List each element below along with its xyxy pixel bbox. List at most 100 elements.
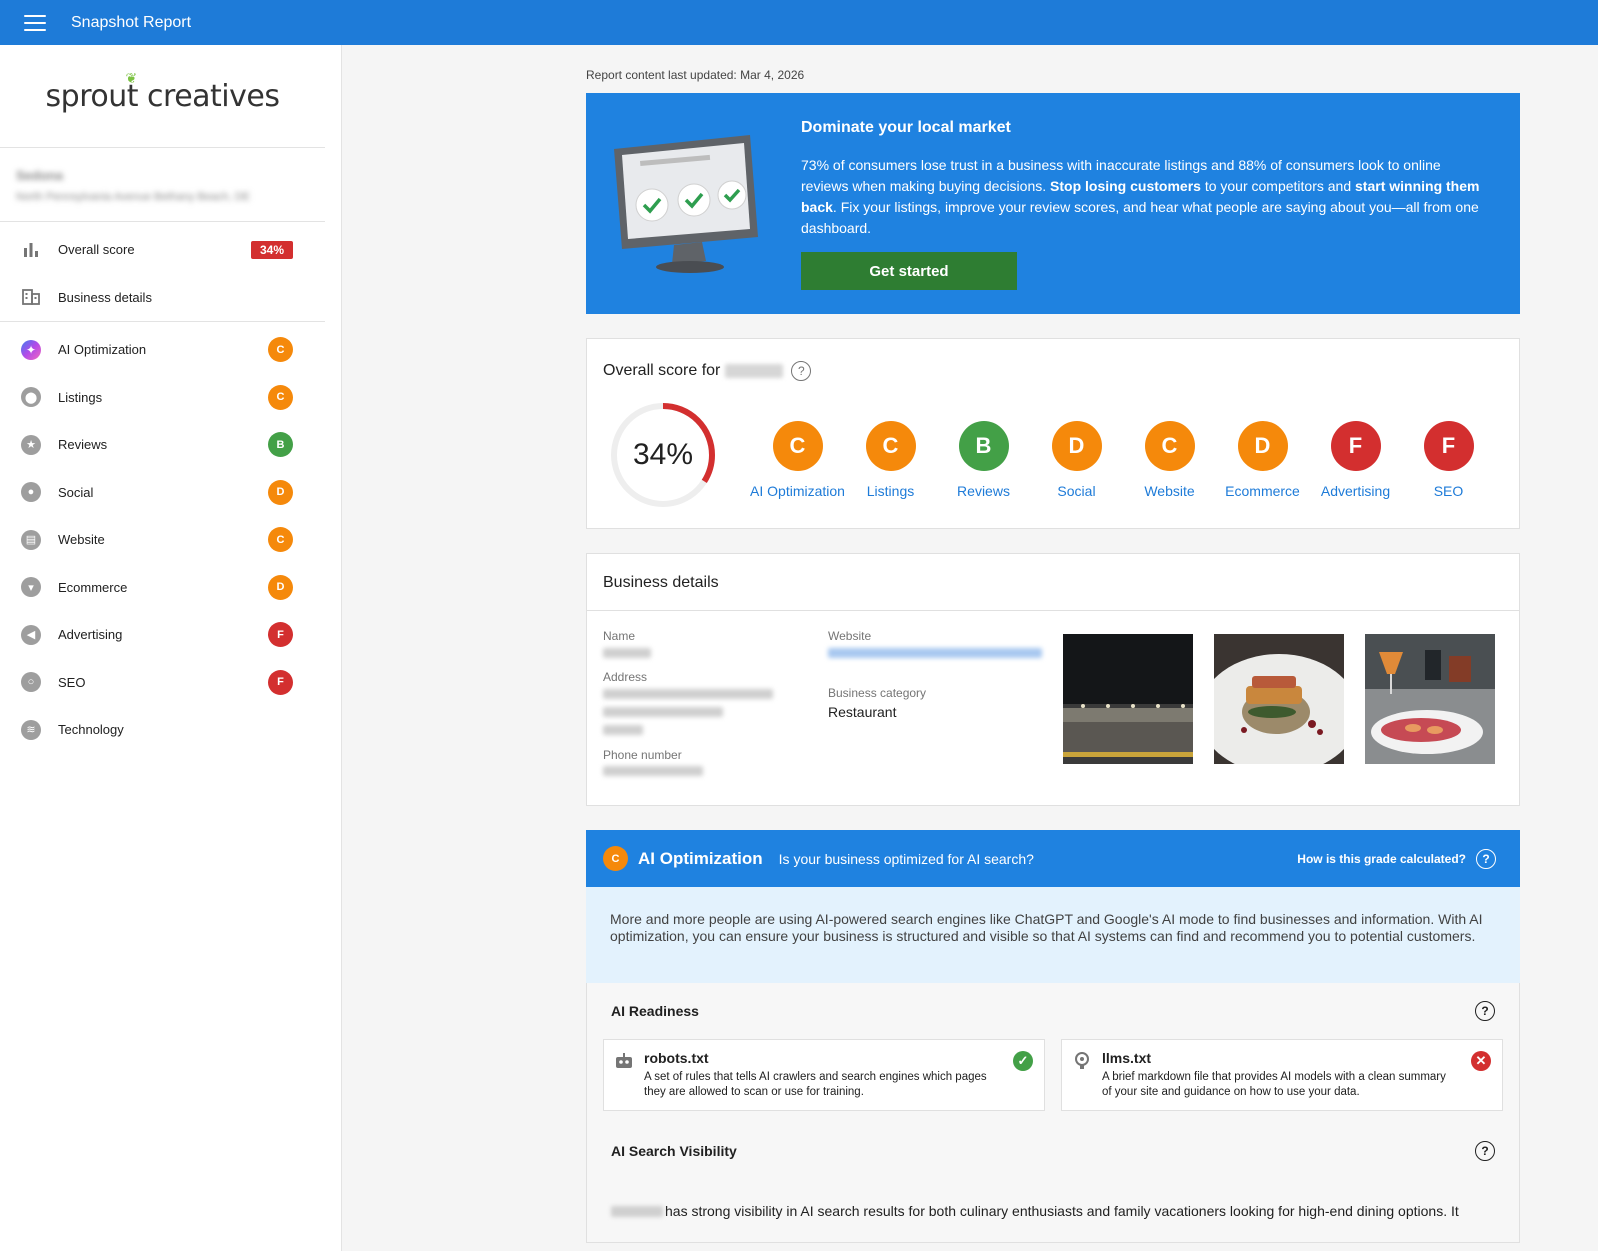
cocktail-dish-photo [1365,634,1495,764]
help-icon[interactable]: ? [791,361,812,381]
grade-listings[interactable]: C Listings [844,421,937,499]
robots-txt-title: robots.txt [644,1050,709,1066]
robots-txt-description: A set of rules that tells AI crawlers an… [644,1071,987,1098]
sidebar-item-label: Website [58,532,105,548]
chat-icon: ● [21,482,41,503]
food-plate-photo [1214,634,1344,764]
category-grades: C AI Optimization C Listings B Reviews D Soc… [750,421,1495,499]
sidebar-item-listings[interactable]: ⬤ Listings C [0,374,341,422]
grade-website[interactable]: C Website [1123,421,1216,499]
sidebar-item-seo[interactable]: ○ SEO F [0,659,341,707]
promo-banner: Dominate your local market 73% of consum… [586,93,1520,314]
get-started-button[interactable]: Get started [801,252,1017,290]
report-updated-date: Mar 4, 2026 [740,68,805,82]
ai-readiness-title: AI Readiness [611,1003,699,1019]
sidebar: ❦ sprout creatives Sedona North Pennsylva… [0,45,342,1251]
sidebar-item-label: Business details [58,289,152,305]
sidebar-item-label: Advertising [58,627,123,643]
restaurant-interior-photo [1063,634,1193,764]
grade-badge: C [268,337,293,363]
grade-seo[interactable]: F SEO [1402,421,1495,499]
help-icon[interactable]: ? [1475,1001,1495,1021]
sparkle-icon: ✦ [21,339,41,360]
business-details-card: Business details Name Address Phone numb… [586,553,1520,806]
location-pin-icon: ⬤ [21,387,41,408]
business-summary: Sedona North Pennsylvania Avenue Bethany… [0,148,325,222]
cart-icon: ▾ [21,577,41,598]
grade-social[interactable]: D Social [1030,421,1123,499]
llms-txt-check: llms.txt A brief markdown file that prov… [1061,1039,1503,1111]
banner-description: 73% of consumers lose trust in a busines… [801,157,1480,236]
bar-chart-icon [21,240,41,260]
grade-badge: C [268,384,293,410]
grade-badge: F [268,669,293,695]
sidebar-item-technology[interactable]: ≋ Technology [0,706,341,754]
sidebar-item-label: Ecommerce [58,579,128,595]
overall-score-card: Overall score for ? 34% C AI Optimization… [586,338,1520,529]
grade-reviews[interactable]: B Reviews [937,421,1030,499]
name-label: Name [603,629,636,643]
grade-ecommerce[interactable]: D Ecommerce [1216,421,1309,499]
sidebar-item-label: Social [58,484,94,500]
address-label: Address [603,670,648,684]
business-details-title: Business details [587,554,1519,611]
ai-section-subtitle: Is your business optimized for AI search… [778,850,1034,867]
ai-visibility-row: AI Search Visibility ? [587,1123,1519,1179]
sidebar-item-advertising[interactable]: ◀ Advertising F [0,611,341,659]
name-redacted [603,648,651,658]
company-logo: ❦ sprout creatives [0,45,325,148]
score-percentage: 34% [632,438,694,471]
monitor-illustration [614,135,758,273]
phone-label: Phone number [603,748,682,762]
sidebar-item-overall-score[interactable]: Overall score 34% [0,226,341,274]
llms-txt-title: llms.txt [1102,1050,1152,1066]
sidebar-item-ai-optimization[interactable]: ✦ AI Optimization C [0,326,341,374]
overall-score-badge: 34% [250,240,293,259]
app-header: Snapshot Report [0,0,1598,45]
business-name-redacted: Sedona [16,168,63,183]
sidebar-item-ecommerce[interactable]: ▾ Ecommerce D [0,564,341,612]
grade-badge: F [268,622,293,648]
leaf-icon: ❦ [125,70,138,87]
grade-badge: D [268,479,293,505]
hamburger-menu-icon[interactable] [24,14,46,31]
building-icon [21,287,41,307]
ai-grade-badge: C [603,846,628,871]
help-icon[interactable]: ? [1475,1141,1495,1161]
website-link-redacted[interactable] [828,648,1042,658]
robots-txt-check: robots.txt A set of rules that tells AI … [603,1039,1045,1111]
help-icon[interactable]: ? [1476,848,1496,869]
business-name-redacted [725,364,784,378]
layers-icon: ≋ [21,719,41,740]
business-name-redacted [611,1205,663,1217]
ai-visibility-title: AI Search Visibility [611,1143,737,1159]
magnifier-icon: ○ [21,672,41,693]
main-content: Report content last updated: Mar 4, 2026… [586,45,1520,1243]
sidebar-item-reviews[interactable]: ★ Reviews B [0,421,341,469]
business-address-redacted: North Pennsylvania Avenue Bethany Beach,… [16,191,251,203]
website-label: Website [828,629,872,643]
sidebar-item-label: AI Optimization [58,342,147,358]
grade-ai-optimization[interactable]: C AI Optimization [750,421,845,499]
category-value: Restaurant [828,704,897,720]
ai-visibility-text: has strong visibility in AI search resul… [587,1179,1519,1219]
ai-details: AI Readiness ? robots.txt A set of rules… [586,983,1520,1243]
browser-icon: ▤ [21,529,41,550]
check-circle-icon: ✓ [1013,1051,1033,1071]
ai-optimization-header: C AI Optimization Is your business optim… [586,830,1520,887]
llms-txt-description: A brief markdown file that provides AI m… [1102,1071,1446,1098]
grade-advertising[interactable]: F Advertising [1309,421,1402,499]
grade-badge: C [268,527,293,553]
sidebar-item-business-details[interactable]: Business details [0,274,341,322]
banner-title: Dominate your local market [801,119,1011,136]
app-title: Snapshot Report [71,13,192,31]
ai-intro-text: More and more people are using AI-powere… [586,887,1520,983]
sidebar-item-label: Reviews [58,437,108,453]
category-label: Business category [828,686,927,700]
megaphone-icon: ◀ [21,624,41,645]
ai-head-icon [1075,1052,1089,1069]
grade-badge: B [268,432,293,458]
sidebar-item-social[interactable]: ● Social D [0,469,341,517]
sidebar-item-website[interactable]: ▤ Website C [0,516,341,564]
grade-calculation-link[interactable]: How is this grade calculated? [1297,852,1466,866]
